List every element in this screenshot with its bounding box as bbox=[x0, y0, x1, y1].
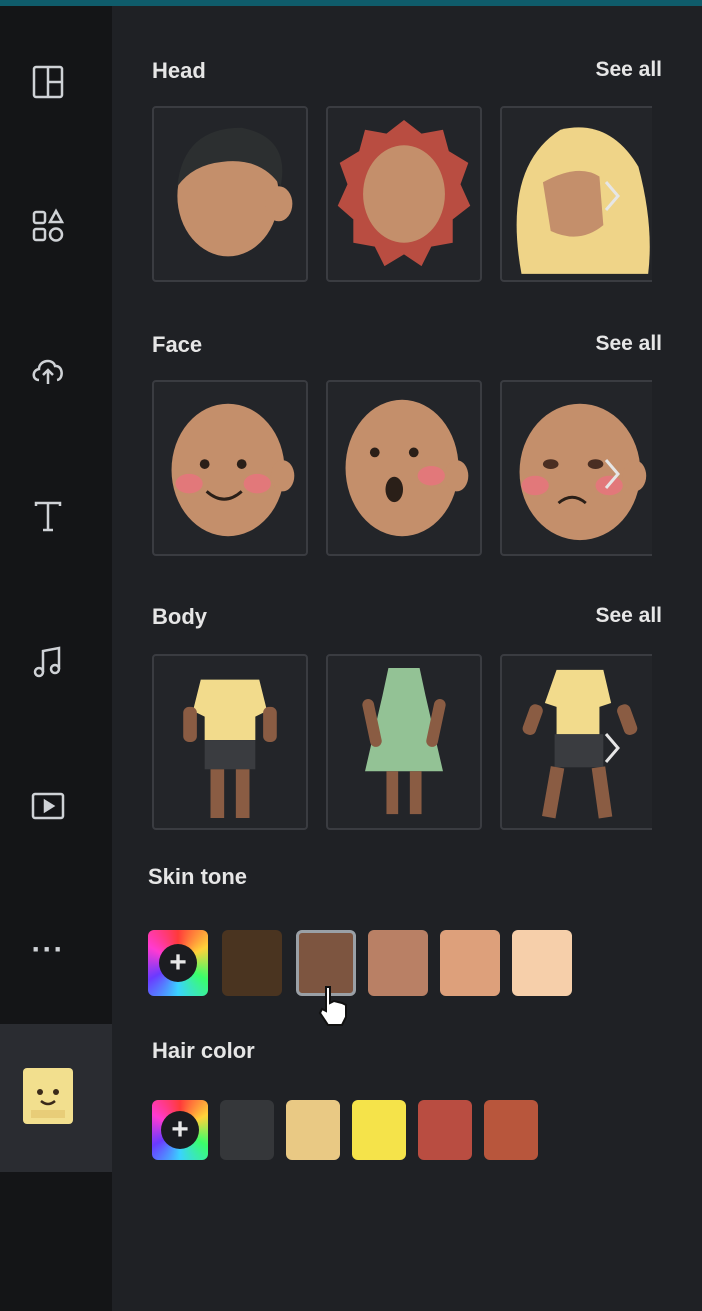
hair-color-label: Hair color bbox=[152, 1038, 255, 1063]
body-dress-preview bbox=[362, 667, 446, 815]
hair-color-swatches: + bbox=[148, 1100, 688, 1170]
hair-color-swatch[interactable] bbox=[418, 1100, 472, 1160]
head-section-title: Head bbox=[152, 58, 206, 83]
text-icon bbox=[34, 501, 62, 532]
face-surprised-preview bbox=[345, 399, 469, 537]
skin-tone-swatch[interactable] bbox=[512, 930, 572, 996]
face-next-button[interactable] bbox=[592, 444, 632, 504]
head-short-hair-preview bbox=[177, 127, 293, 257]
text-button[interactable] bbox=[16, 484, 80, 548]
more-icon: ··· bbox=[31, 933, 65, 966]
skin-tone-swatch[interactable] bbox=[368, 930, 428, 996]
face-smile-preview bbox=[171, 403, 295, 537]
face-options-row bbox=[152, 380, 652, 560]
body-see-all-link[interactable]: See all bbox=[595, 604, 662, 628]
video-icon bbox=[31, 792, 65, 820]
body-option[interactable] bbox=[326, 654, 482, 830]
skin-tone-swatch[interactable] bbox=[440, 930, 500, 996]
uploads-button[interactable] bbox=[16, 338, 80, 402]
body-options-row bbox=[152, 654, 652, 834]
body-option[interactable] bbox=[152, 654, 308, 830]
hair-color-swatch[interactable] bbox=[286, 1100, 340, 1160]
chevron-right-icon bbox=[604, 733, 620, 763]
character-app-button[interactable] bbox=[23, 1068, 73, 1124]
app: ··· Head See all Face See all Body See a… bbox=[0, 0, 702, 1311]
plus-icon: + bbox=[159, 944, 197, 982]
skin-tone-swatch[interactable] bbox=[222, 930, 282, 996]
face-option[interactable] bbox=[152, 380, 308, 556]
head-next-button[interactable] bbox=[592, 166, 632, 226]
face-see-all-link[interactable]: See all bbox=[595, 332, 662, 356]
head-curly-hair-preview bbox=[337, 119, 471, 267]
hand-cursor-icon bbox=[318, 986, 347, 1026]
skin-tone-custom-button[interactable]: + bbox=[148, 930, 208, 996]
character-icon bbox=[31, 1089, 65, 1118]
hair-color-swatch[interactable] bbox=[220, 1100, 274, 1160]
chevron-right-icon bbox=[604, 459, 620, 489]
body-section-title: Body bbox=[152, 604, 207, 629]
music-icon bbox=[33, 646, 61, 678]
left-rail: ··· bbox=[0, 6, 112, 1311]
head-option[interactable] bbox=[326, 106, 482, 282]
face-section-title: Face bbox=[152, 332, 203, 357]
plus-icon: + bbox=[161, 1111, 199, 1149]
more-button[interactable]: ··· bbox=[16, 918, 80, 982]
elements-icon bbox=[32, 208, 65, 242]
face-option[interactable] bbox=[326, 380, 482, 556]
body-next-button[interactable] bbox=[592, 718, 632, 778]
body-tshirt-shorts-preview bbox=[183, 679, 277, 818]
layout-icon bbox=[32, 65, 64, 99]
head-option[interactable] bbox=[152, 106, 308, 282]
character-panel: Head See all Face See all Body See all S… bbox=[112, 6, 702, 1311]
elements-button[interactable] bbox=[16, 194, 80, 258]
audio-button[interactable] bbox=[16, 630, 80, 694]
upload-icon bbox=[32, 359, 63, 384]
hair-color-swatch[interactable] bbox=[484, 1100, 538, 1160]
layout-button[interactable] bbox=[16, 50, 80, 114]
head-see-all-link[interactable]: See all bbox=[595, 58, 662, 82]
head-options-row bbox=[152, 106, 652, 286]
hair-color-swatch[interactable] bbox=[352, 1100, 406, 1160]
chevron-right-icon bbox=[604, 181, 620, 211]
skin-tone-swatches: + bbox=[148, 930, 688, 1000]
videos-button[interactable] bbox=[16, 774, 80, 838]
hair-color-custom-button[interactable]: + bbox=[152, 1100, 208, 1160]
skin-tone-label: Skin tone bbox=[148, 864, 248, 889]
